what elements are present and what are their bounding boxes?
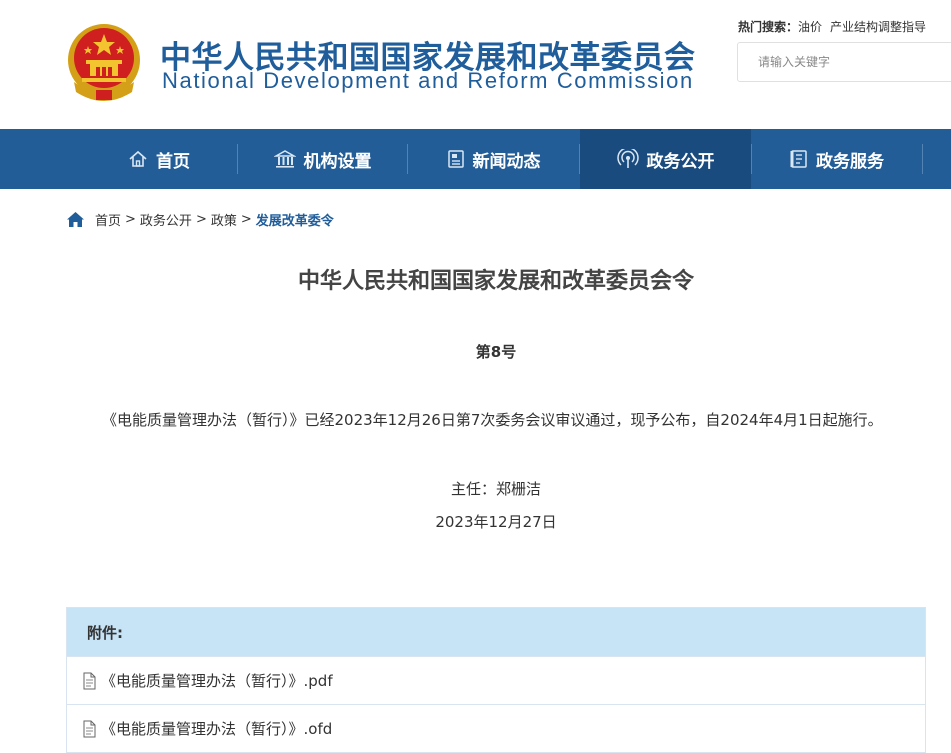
nav-item-gov-affairs[interactable]: 政务公开 <box>580 129 751 189</box>
file-icon <box>83 672 96 689</box>
attachments-panel: 附件: 《电能质量管理办法（暂行）》.pdf 《电能质量管理办法（暂行）》.of… <box>66 607 926 753</box>
document-number: 第8号 <box>475 343 517 361</box>
main-nav: 首页 机构设置 新闻动态 政务公开 政务服务 <box>0 129 951 189</box>
nav-item-institutions[interactable]: 机构设置 <box>238 129 407 189</box>
nav-divider <box>922 144 923 174</box>
institution-icon <box>273 150 296 168</box>
home-icon[interactable] <box>66 211 85 228</box>
breadcrumb: 首页 > 政务公开 > 政策 > 发展改革委令 <box>66 209 334 229</box>
attachments-heading: 附件: <box>67 608 925 656</box>
attachment-link-ofd[interactable]: 《电能质量管理办法（暂行）》.ofd <box>67 704 925 752</box>
nav-label: 政务公开 <box>646 151 715 172</box>
breadcrumb-gov-affairs[interactable]: 政务公开 <box>140 210 192 229</box>
site-title-en[interactable]: National Development and Reform Commissi… <box>162 68 694 94</box>
breadcrumb-separator: > <box>240 211 252 227</box>
breadcrumb-current[interactable]: 发展改革委令 <box>256 210 334 229</box>
attachment-name: 《电能质量管理办法（暂行）》.ofd <box>101 720 333 738</box>
national-emblem-icon[interactable] <box>66 22 142 102</box>
breadcrumb-home[interactable]: 首页 <box>95 210 121 229</box>
breadcrumb-separator: > <box>125 211 136 227</box>
hot-search: 热门搜索：油价 产业结构调整指导 <box>738 18 934 35</box>
attachment-link-pdf[interactable]: 《电能质量管理办法（暂行）》.pdf <box>67 656 925 704</box>
document-date: 2023年12月27日 <box>435 513 557 531</box>
breadcrumb-policy[interactable]: 政策 <box>211 210 237 229</box>
home-outline-icon <box>129 150 147 167</box>
news-icon <box>447 150 464 168</box>
nav-item-gov-services[interactable]: 政务服务 <box>752 129 922 189</box>
broadcast-icon <box>616 149 639 168</box>
search-input[interactable] <box>738 43 938 81</box>
nav-label: 政务服务 <box>816 151 884 172</box>
document-body: 《电能质量管理办法（暂行）》已经2023年12月26日第7次委务会议审议通过，现… <box>102 411 883 429</box>
hot-keyword-oil-price[interactable]: 油价 <box>798 20 822 34</box>
nav-item-news[interactable]: 新闻动态 <box>408 129 579 189</box>
service-doc-icon <box>790 150 807 168</box>
attachment-name: 《电能质量管理办法（暂行）》.pdf <box>101 672 333 690</box>
search-box <box>737 42 951 82</box>
hot-keyword-industry[interactable]: 产业结构调整指导 <box>830 20 926 34</box>
nav-label: 机构设置 <box>303 151 372 172</box>
document-signatory: 主任：郑栅洁 <box>450 480 541 498</box>
nav-label: 首页 <box>156 151 190 172</box>
document-title: 中华人民共和国国家发展和改革委员会令 <box>297 269 694 294</box>
site-header: 中华人民共和国国家发展和改革委员会 National Development a… <box>0 0 951 129</box>
nav-item-home[interactable]: 首页 <box>82 129 236 189</box>
breadcrumb-separator: > <box>195 211 207 227</box>
file-icon <box>83 720 96 737</box>
hot-search-label: 热门搜索： <box>738 20 799 34</box>
nav-label: 新闻动态 <box>472 151 541 172</box>
